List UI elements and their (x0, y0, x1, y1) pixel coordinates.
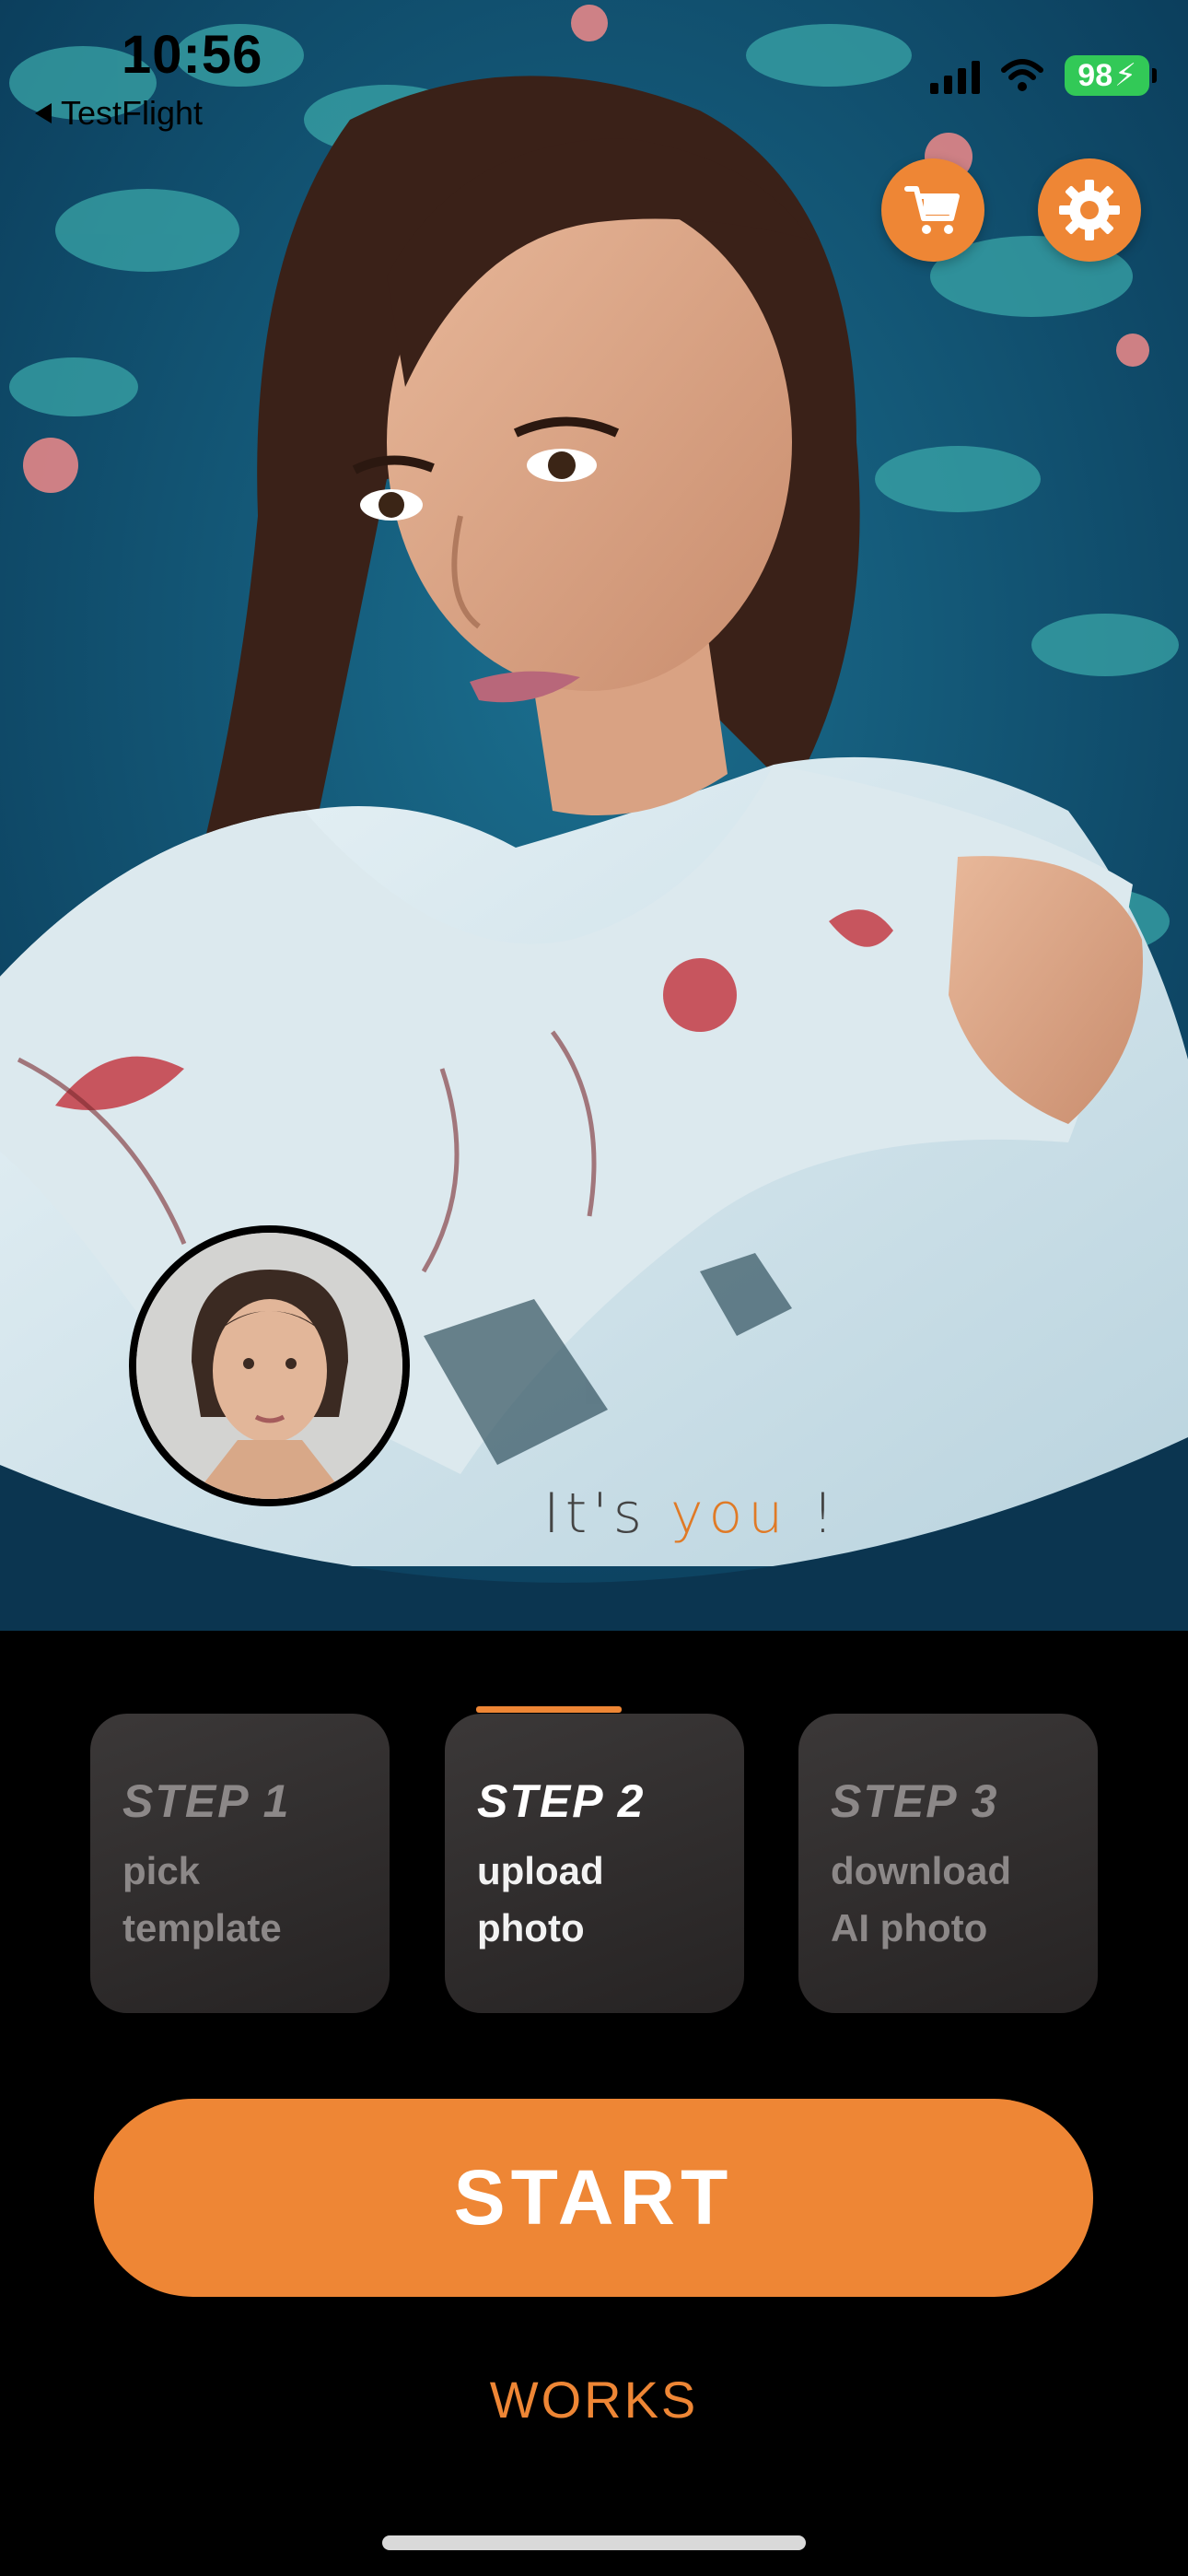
step-title: STEP 3 (831, 1775, 999, 1827)
status-indicators: 98 ⚡ (930, 55, 1157, 96)
step-description: download AI photo (831, 1843, 1079, 1957)
step-desc-line: photo (477, 1906, 585, 1950)
charging-bolt-icon: ⚡ (1114, 58, 1136, 93)
works-link[interactable]: WORKS (0, 2370, 1188, 2430)
step-desc-line: upload (477, 1849, 604, 1892)
tagline-suffix: ! (788, 1481, 840, 1546)
gear-icon (1059, 180, 1120, 240)
step-card-2[interactable]: STEP 2 upload photo (445, 1714, 744, 2013)
tagline-accent: you (670, 1481, 789, 1546)
back-app-label: TestFlight (61, 94, 204, 132)
active-step-indicator (476, 1706, 622, 1713)
cart-button[interactable] (881, 158, 984, 262)
step-title: STEP 2 (477, 1775, 646, 1827)
hero-photo: 10:56 TestFlight 98 ⚡ It's you ! (0, 0, 1188, 1631)
step-desc-line: download (831, 1849, 1011, 1892)
back-to-app[interactable]: TestFlight (35, 94, 203, 133)
hero-tagline: It's you ! (543, 1481, 839, 1546)
home-indicator[interactable] (382, 2535, 806, 2550)
settings-button[interactable] (1038, 158, 1141, 262)
step-description: pick template (122, 1843, 371, 1957)
step-description: upload photo (477, 1843, 726, 1957)
step-desc-line: pick (122, 1849, 201, 1892)
avatar-portrait (136, 1233, 402, 1499)
cart-icon (904, 186, 960, 234)
user-avatar[interactable] (129, 1225, 410, 1506)
back-arrow-icon (35, 103, 52, 123)
cellular-signal-icon (930, 57, 981, 94)
step-desc-line: template (122, 1906, 282, 1950)
step-desc-line: AI photo (831, 1906, 988, 1950)
start-button[interactable]: START (94, 2099, 1093, 2297)
tagline-prefix: It's (543, 1481, 671, 1546)
step-card-3[interactable]: STEP 3 download AI photo (798, 1714, 1098, 2013)
battery-level: 98 (1077, 57, 1113, 93)
status-time: 10:56 (122, 25, 263, 85)
step-card-1[interactable]: STEP 1 pick template (90, 1714, 390, 2013)
step-title: STEP 1 (122, 1775, 291, 1827)
wifi-icon (1001, 59, 1044, 91)
battery-indicator: 98 ⚡ (1065, 55, 1157, 96)
